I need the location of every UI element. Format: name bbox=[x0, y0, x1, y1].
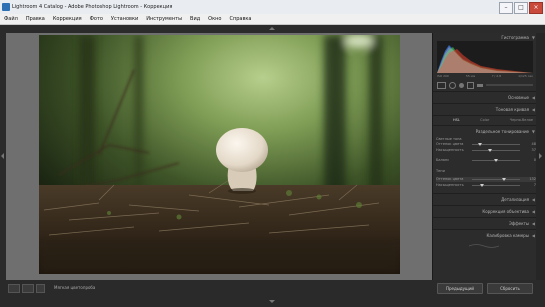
tone-curve-header[interactable]: Тоновая кривая ◀ bbox=[433, 105, 537, 114]
menu-file[interactable]: Файл bbox=[0, 14, 22, 24]
effects-label: Эффекты bbox=[509, 221, 529, 226]
highlights-hue-slider[interactable]: Оттенок цвета 48 bbox=[436, 142, 536, 147]
menu-bar: Файл Правка Коррекция Фото Установки Инс… bbox=[0, 14, 545, 25]
slider-track[interactable] bbox=[472, 178, 520, 181]
shadows-hue-slider[interactable]: Оттенок цвета 132 bbox=[436, 177, 536, 182]
menu-tools[interactable]: Инструменты bbox=[142, 14, 186, 24]
tool-track bbox=[486, 84, 533, 86]
window-controls: – □ × bbox=[499, 2, 543, 14]
loupe-view-button[interactable] bbox=[8, 284, 20, 293]
expand-left-icon bbox=[1, 153, 4, 159]
mushroom-photo bbox=[39, 35, 400, 274]
split-toning-header[interactable]: Раздельное тонирование ▼ bbox=[433, 127, 537, 136]
menu-help[interactable]: Справка bbox=[225, 14, 255, 24]
expand-filmstrip-icon[interactable] bbox=[269, 300, 275, 303]
histogram-graph bbox=[437, 41, 533, 73]
right-panel-toggle-strip[interactable] bbox=[536, 33, 545, 280]
reset-button[interactable]: Сбросить bbox=[487, 283, 533, 294]
menu-settings[interactable]: Установки bbox=[107, 14, 142, 24]
menu-window[interactable]: Окно bbox=[204, 14, 225, 24]
exif-aperture: f / 2.8 bbox=[492, 74, 502, 78]
slider-track[interactable] bbox=[472, 149, 520, 152]
panel-expand-icon: ◀ bbox=[531, 209, 535, 214]
slider-knob[interactable] bbox=[502, 178, 506, 181]
divider bbox=[433, 91, 537, 92]
panel-expand-icon: ◀ bbox=[531, 221, 535, 226]
tab-color[interactable]: Color bbox=[480, 117, 489, 123]
red-eye-icon[interactable] bbox=[459, 82, 464, 88]
panel-expand-icon: ◀ bbox=[531, 233, 535, 238]
panel-end-ornament-icon bbox=[469, 244, 499, 248]
divider bbox=[433, 125, 537, 126]
basic-header[interactable]: Основные ◀ bbox=[433, 93, 537, 102]
exif-info: ISO 200 55 мм f / 2.8 1/125 сек bbox=[437, 74, 533, 78]
panel-expand-icon: ◀ bbox=[531, 107, 535, 112]
divider bbox=[433, 217, 537, 218]
highlights-saturation-slider[interactable]: Насыщенность 37 bbox=[436, 148, 536, 153]
slider-knob[interactable] bbox=[478, 143, 482, 146]
crop-tool-icon[interactable] bbox=[437, 81, 446, 89]
basic-label: Основные bbox=[507, 95, 529, 100]
window-titlebar: Lightroom 4 Catalog - Adobe Photoshop Li… bbox=[0, 0, 545, 14]
menu-edit[interactable]: Правка bbox=[22, 14, 49, 24]
balance-slider[interactable]: Баланс 0 bbox=[436, 158, 536, 163]
slider-track[interactable] bbox=[472, 159, 520, 162]
bottom-toolbar: Мягкая цветопроба Предыдущий Сбросить bbox=[0, 280, 545, 307]
divider bbox=[433, 229, 537, 230]
maximize-button[interactable]: □ bbox=[514, 2, 528, 14]
menu-photo[interactable]: Фото bbox=[86, 14, 107, 24]
lightroom-app-icon bbox=[2, 3, 10, 11]
divider bbox=[433, 205, 537, 206]
hsl-tabs: HSL Color Черно-белое bbox=[453, 117, 533, 123]
menu-develop[interactable]: Коррекция bbox=[49, 14, 86, 24]
spot-removal-icon[interactable] bbox=[449, 81, 456, 89]
panel-expand-icon: ◀ bbox=[531, 197, 535, 202]
compare-view-button[interactable] bbox=[22, 284, 34, 293]
camera-calibration-label: Калибровка камеры bbox=[486, 233, 529, 238]
divider bbox=[433, 115, 537, 116]
shadows-hue-value[interactable]: 132 bbox=[529, 177, 536, 182]
collapse-up-icon bbox=[269, 27, 275, 30]
slider-knob[interactable] bbox=[480, 184, 484, 187]
adjustment-brush-icon[interactable] bbox=[477, 83, 483, 87]
image-workspace bbox=[6, 33, 432, 280]
tone-curve-label: Тоновая кривая bbox=[495, 107, 529, 112]
detail-header[interactable]: Детализация ◀ bbox=[433, 195, 537, 204]
camera-calibration-header[interactable]: Калибровка камеры ◀ bbox=[433, 231, 537, 240]
split-toning-label: Раздельное тонирование bbox=[475, 129, 529, 134]
lens-corrections-header[interactable]: Коррекция объектива ◀ bbox=[433, 207, 537, 216]
slider-track[interactable] bbox=[472, 143, 520, 146]
lens-corrections-label: Коррекция объектива bbox=[482, 209, 529, 214]
close-button[interactable]: × bbox=[529, 2, 543, 14]
soft-proof-toggle[interactable] bbox=[36, 284, 45, 293]
exif-focal: 55 мм bbox=[465, 74, 476, 78]
minimize-button[interactable]: – bbox=[499, 2, 513, 14]
effects-header[interactable]: Эффекты ◀ bbox=[433, 219, 537, 228]
collapse-right-icon bbox=[539, 153, 542, 159]
shadows-saturation-slider[interactable]: Насыщенность 7 bbox=[436, 183, 536, 188]
slider-track[interactable] bbox=[472, 184, 520, 187]
top-panel-toggle-strip[interactable] bbox=[0, 25, 545, 33]
tab-bw[interactable]: Черно-белое bbox=[510, 117, 533, 123]
tab-hsl[interactable]: HSL bbox=[453, 117, 460, 123]
exif-shutter: 1/125 сек bbox=[518, 74, 533, 78]
graduated-filter-icon[interactable] bbox=[467, 81, 474, 89]
window-title: Lightroom 4 Catalog - Adobe Photoshop Li… bbox=[12, 4, 173, 10]
panel-expand-icon: ◀ bbox=[531, 95, 535, 100]
divider bbox=[433, 103, 537, 104]
slider-knob[interactable] bbox=[494, 159, 498, 162]
menu-view[interactable]: Вид bbox=[186, 14, 204, 24]
exif-iso: ISO 200 bbox=[437, 74, 449, 78]
photo-preview[interactable] bbox=[39, 35, 400, 274]
panel-collapse-icon: ▼ bbox=[531, 129, 535, 134]
develop-right-panel: Гистограмма ▼ ISO 200 55 мм f / 2.8 1/12… bbox=[432, 33, 537, 280]
shadows-section-label: Тени bbox=[436, 169, 445, 173]
tool-strip bbox=[437, 81, 533, 89]
previous-button[interactable]: Предыдущий bbox=[437, 283, 483, 294]
slider-knob[interactable] bbox=[488, 149, 492, 152]
soft-proofing-label: Мягкая цветопроба bbox=[54, 285, 96, 290]
detail-label: Детализация bbox=[501, 197, 529, 202]
divider bbox=[433, 193, 537, 194]
